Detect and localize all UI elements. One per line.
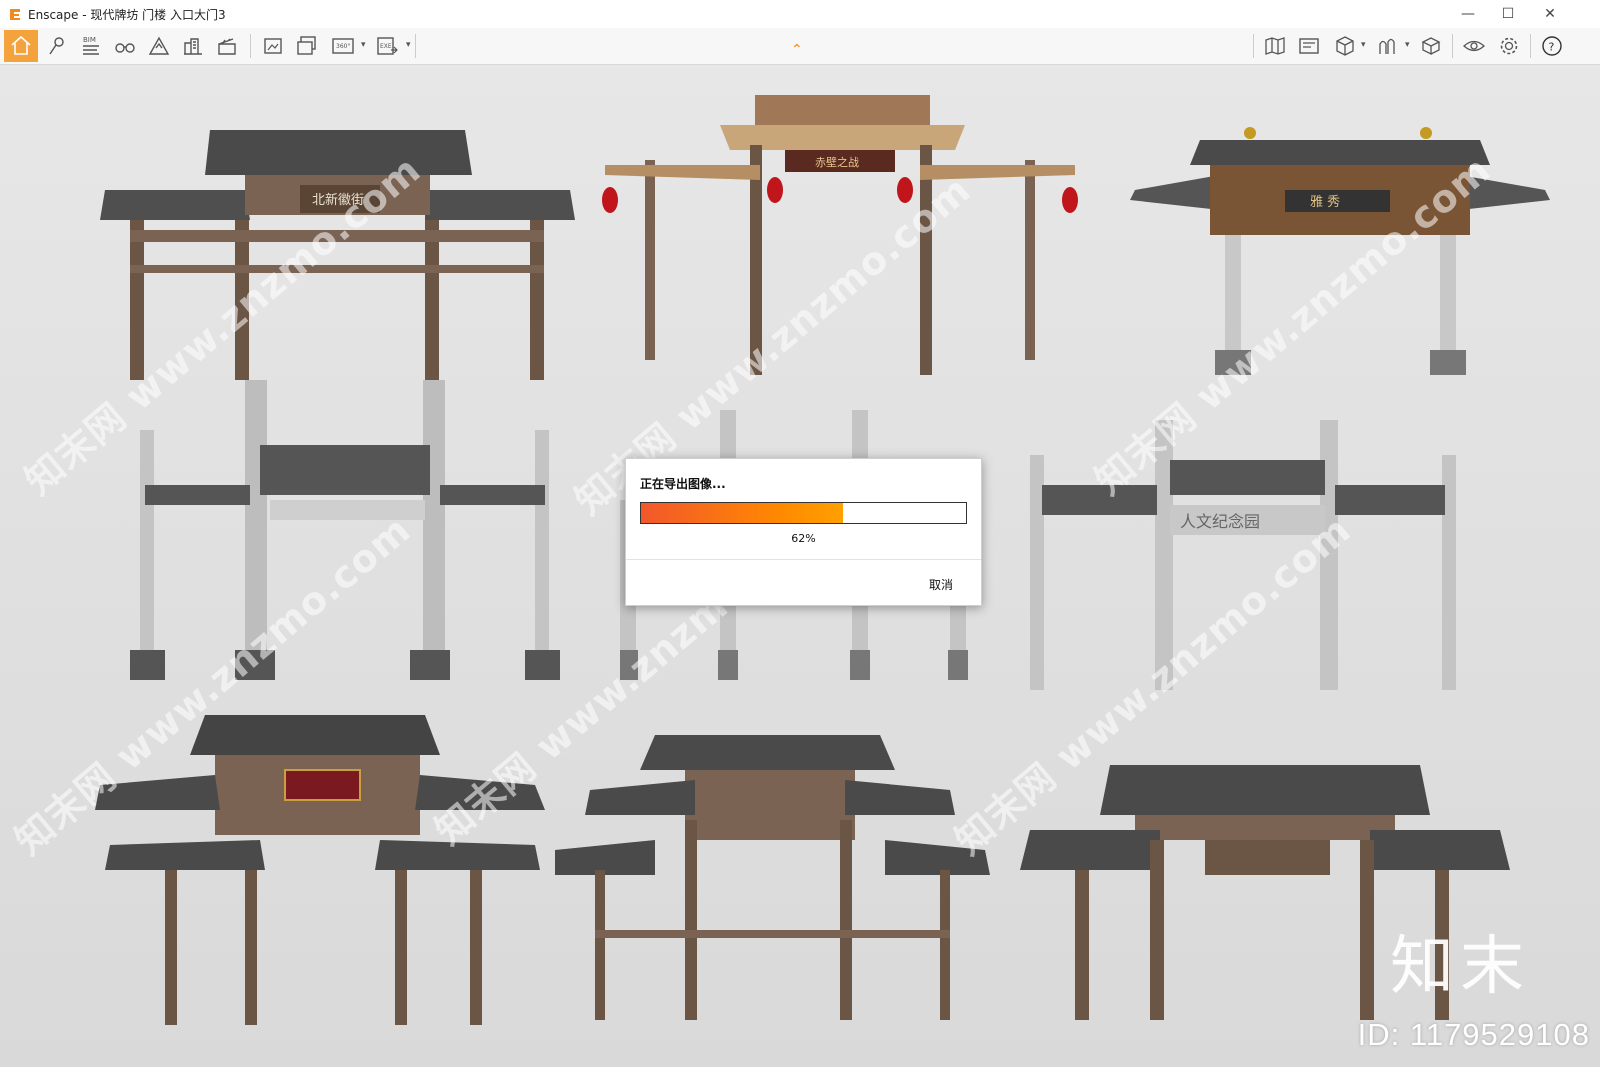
enscape-logo-icon bbox=[10, 9, 20, 20]
clapper-button[interactable] bbox=[210, 30, 244, 62]
gate-6-sign: 人文纪念园 bbox=[1180, 512, 1260, 531]
toolbar-separator bbox=[1530, 34, 1531, 58]
help-icon: ? bbox=[1542, 36, 1562, 56]
progress-percent: 62% bbox=[791, 532, 816, 545]
exe-export-button[interactable]: EXE bbox=[370, 30, 404, 62]
cube-icon bbox=[1336, 36, 1354, 56]
toolbar-separator bbox=[415, 34, 416, 58]
asset-library-icon bbox=[1421, 37, 1441, 56]
video-editor-icon bbox=[1299, 38, 1319, 54]
gate-model-3: 雅 秀 bbox=[1130, 127, 1550, 375]
main-toolbar: BIM 360° ▾ EXE ▾ ⌃ ▾ ▾ ? bbox=[0, 28, 1600, 65]
gate-3-sign: 雅 秀 bbox=[1310, 195, 1340, 210]
video-editor-button[interactable] bbox=[1292, 30, 1326, 62]
toolbar-separator bbox=[250, 34, 251, 58]
asset-library-button[interactable] bbox=[1414, 30, 1448, 62]
batch-render-button[interactable] bbox=[290, 30, 324, 62]
panorama-360-icon: 360° bbox=[332, 38, 354, 54]
panorama-label: 360° bbox=[336, 43, 350, 50]
gate-2-sign: 赤壁之战 bbox=[815, 155, 859, 169]
close-button[interactable]: ✕ bbox=[1530, 0, 1570, 28]
exe-export-icon: EXE bbox=[377, 37, 398, 55]
people-dropdown-chevron-icon[interactable]: ▾ bbox=[1405, 40, 1410, 50]
dialog-title: 正在导出图像... bbox=[640, 477, 726, 491]
mountain-button[interactable] bbox=[142, 30, 176, 62]
minimize-button[interactable]: — bbox=[1448, 0, 1488, 28]
progress-bar bbox=[640, 502, 967, 524]
panorama-button[interactable]: 360° bbox=[326, 30, 360, 62]
collapse-toolbar-chevron-icon[interactable]: ⌃ bbox=[791, 42, 803, 58]
gate-model-8 bbox=[555, 735, 990, 1020]
mountain-icon bbox=[148, 36, 170, 55]
visual-settings-icon bbox=[1463, 40, 1485, 52]
title-bar: Enscape - 现代牌坊 门楼 入口大门3 — ☐ ✕ bbox=[0, 0, 1600, 28]
export-progress-dialog: 正在导出图像... 62% 取消 bbox=[625, 458, 982, 606]
image-id-watermark: ID: 1179529108 bbox=[1357, 1017, 1590, 1052]
people-button[interactable] bbox=[1370, 30, 1404, 62]
bim-button[interactable]: BIM bbox=[74, 30, 108, 62]
bim-icon: BIM bbox=[83, 36, 99, 55]
cube-dropdown-chevron-icon[interactable]: ▾ bbox=[1361, 40, 1366, 50]
toolbar-separator bbox=[1452, 34, 1453, 58]
help-label: ? bbox=[1549, 41, 1555, 54]
settings-icon bbox=[1500, 37, 1518, 55]
cube-button[interactable] bbox=[1328, 30, 1362, 62]
batch-render-icon bbox=[297, 36, 316, 55]
map-icon bbox=[1265, 37, 1285, 55]
window-title: Enscape - 现代牌坊 门楼 入口大门3 bbox=[28, 7, 226, 22]
screenshot-button[interactable] bbox=[256, 30, 290, 62]
progress-fill bbox=[641, 503, 843, 523]
help-button[interactable]: ? bbox=[1535, 30, 1569, 62]
home-button[interactable] bbox=[4, 30, 38, 62]
dialog-divider bbox=[626, 559, 981, 560]
visual-settings-button[interactable] bbox=[1457, 30, 1491, 62]
cancel-button[interactable]: 取消 bbox=[929, 576, 953, 593]
brand-watermark: 知末 bbox=[1390, 930, 1530, 1004]
binoculars-icon bbox=[115, 43, 135, 53]
panorama-dropdown-chevron-icon[interactable]: ▾ bbox=[361, 40, 366, 50]
screenshot-icon bbox=[264, 38, 282, 54]
people-icon bbox=[1379, 38, 1395, 54]
clapper-icon bbox=[218, 38, 236, 55]
map-button[interactable] bbox=[1258, 30, 1292, 62]
gate-model-2: 赤壁之战 bbox=[602, 95, 1078, 375]
toolbar-separator bbox=[1253, 34, 1254, 58]
binoculars-button[interactable] bbox=[108, 30, 142, 62]
bim-label: BIM bbox=[83, 36, 96, 44]
pin-icon bbox=[49, 37, 64, 55]
home-icon bbox=[11, 35, 31, 55]
buildings-button[interactable] bbox=[176, 30, 210, 62]
pin-button[interactable] bbox=[40, 30, 74, 62]
exe-dropdown-chevron-icon[interactable]: ▾ bbox=[406, 40, 411, 50]
buildings-icon bbox=[184, 38, 202, 55]
exe-label: EXE bbox=[380, 43, 392, 50]
maximize-button[interactable]: ☐ bbox=[1488, 0, 1528, 28]
settings-button[interactable] bbox=[1492, 30, 1526, 62]
